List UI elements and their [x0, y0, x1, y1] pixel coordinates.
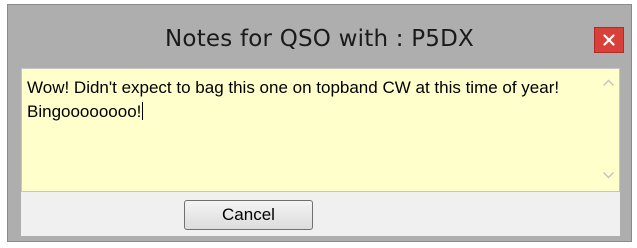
- text-caret: [142, 102, 144, 120]
- scroll-down-button[interactable]: [598, 167, 619, 183]
- title-bar[interactable]: Notes for QSO with : P5DX: [8, 5, 631, 65]
- chevron-down-icon: [598, 168, 619, 187]
- dialog-body: Wow! Didn't expect to bag this one on to…: [21, 68, 620, 236]
- vertical-scrollbar[interactable]: [598, 69, 619, 191]
- notes-textarea[interactable]: Wow! Didn't expect to bag this one on to…: [21, 68, 620, 192]
- close-icon: [603, 31, 615, 50]
- close-button[interactable]: [594, 27, 624, 53]
- notes-dialog: Notes for QSO with : P5DX Wow! Didn't ex…: [7, 4, 632, 242]
- notes-text: Wow! Didn't expect to bag this one on to…: [27, 76, 589, 124]
- dialog-title: Notes for QSO with : P5DX: [165, 26, 474, 52]
- scroll-up-button[interactable]: [598, 75, 619, 91]
- notes-text-content: Wow! Didn't expect to bag this one on to…: [27, 78, 560, 121]
- chevron-up-icon: [598, 76, 619, 95]
- cancel-button[interactable]: Cancel: [184, 200, 313, 230]
